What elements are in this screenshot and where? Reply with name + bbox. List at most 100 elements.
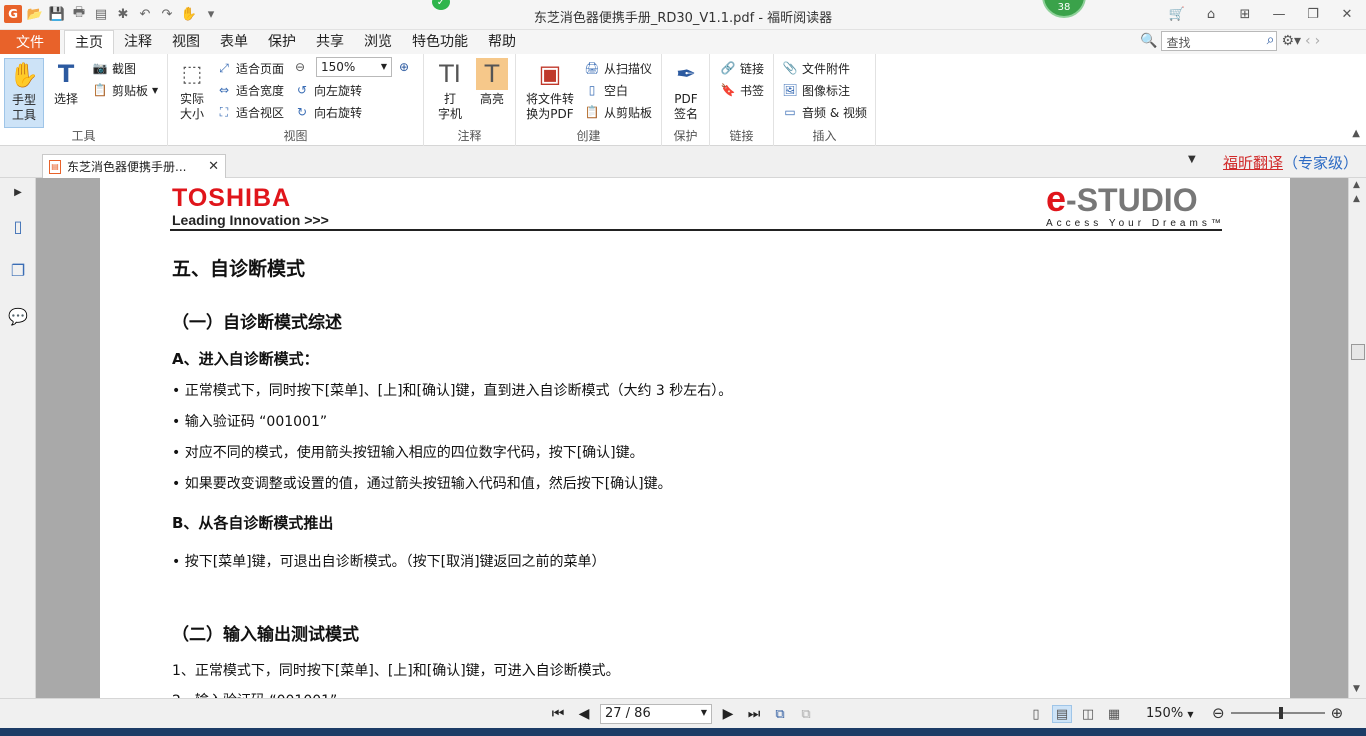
comments-panel-icon[interactable]: 💬 [8, 306, 28, 326]
search-input[interactable]: 查找 ⌕ [1161, 31, 1278, 51]
tab-comment[interactable]: 注释 [114, 30, 162, 54]
attachment-label: 文件附件 [802, 61, 851, 76]
tab-share[interactable]: 共享 [306, 30, 354, 54]
forward-icon[interactable]: › [1315, 33, 1321, 49]
tab-home[interactable]: 主页 [64, 30, 114, 54]
app-logo-icon[interactable]: G [4, 5, 22, 23]
single-page-icon[interactable]: ▯ [1026, 705, 1046, 723]
undo-icon[interactable]: ↶ [136, 5, 154, 23]
tagline: Leading Innovation >>> [172, 212, 329, 228]
open-icon[interactable]: 📂 [26, 5, 44, 23]
tab-list-dropdown-icon[interactable]: ▼ [1188, 154, 1196, 165]
header-divider [170, 229, 1222, 231]
file-menu[interactable]: 文件 [0, 30, 60, 54]
highlight-button[interactable]: T 高亮 [472, 58, 512, 107]
collapse-ribbon-icon[interactable]: ▲ [1352, 128, 1360, 139]
next-view-icon[interactable]: ⧉ [796, 704, 816, 724]
tab-protect[interactable]: 保护 [258, 30, 306, 54]
scroll-down-icon[interactable]: ▼ [1353, 684, 1360, 694]
tab-view[interactable]: 视图 [162, 30, 210, 54]
document-tab[interactable]: ▤ 东芝消色器便携手册... ✕ [42, 154, 226, 178]
save-icon[interactable]: 💾 [48, 5, 66, 23]
fit-page-button[interactable]: ⤢ 适合页面 [216, 58, 284, 78]
settings-icon[interactable]: ⚙▾ [1281, 33, 1301, 49]
zoom-knob[interactable] [1278, 707, 1283, 719]
zoom-level[interactable]: 150% ▼ [1146, 706, 1193, 721]
tab-browse[interactable]: 浏览 [354, 30, 402, 54]
previous-page-icon[interactable]: ◀ [574, 704, 594, 724]
page-number-input[interactable]: 27 / 86 ▼ [600, 704, 712, 724]
zoom-in-button[interactable]: ⊕ [396, 57, 412, 77]
pdf-sign-button[interactable]: ✒ PDF 签名 [666, 58, 706, 122]
rotate-right-button[interactable]: ↻ 向右旋转 [294, 102, 362, 122]
customize-qat-icon[interactable]: ▾ [202, 5, 220, 23]
facing-pages-icon[interactable]: ◫ [1078, 705, 1098, 723]
screenshot-button[interactable]: 📷 截图 [92, 58, 137, 78]
zoom-out-button[interactable]: ⊖ [292, 57, 308, 77]
continuous-facing-icon[interactable]: ▦ [1104, 705, 1124, 723]
select-tool-button[interactable]: T 选择 [46, 58, 86, 107]
expand-panel-icon[interactable]: ▶ [8, 182, 28, 202]
zoom-select[interactable]: 150% ▼ [316, 57, 392, 77]
clipboard-button[interactable]: 📋 剪贴板 ▼ [92, 80, 159, 100]
first-page-icon[interactable]: ⏮ [548, 704, 568, 724]
zoom-out-icon[interactable]: ⊖ [1212, 704, 1225, 722]
layout-icon[interactable]: ⊞ [1230, 4, 1260, 24]
window-controls: 🛒 ⌂ ⊞ — ❐ ✕ [1162, 4, 1362, 24]
skin-icon[interactable]: ⌂ [1196, 4, 1226, 24]
close-icon[interactable]: ✕ [1332, 4, 1362, 24]
hand-tool-icon[interactable]: ✋ [180, 5, 198, 23]
file-attachment-button[interactable]: 📎 文件附件 [782, 58, 851, 78]
restore-icon[interactable]: ❐ [1298, 4, 1328, 24]
blank-page-button[interactable]: ▯ 空白 [584, 80, 628, 100]
blank-label: 空白 [604, 83, 629, 98]
notification-badge[interactable]: 38 [1042, 0, 1086, 18]
scrollbar-thumb[interactable] [1351, 344, 1365, 360]
previous-view-icon[interactable]: ⧉ [770, 704, 790, 724]
audio-video-button[interactable]: ▭ 音频 & 视频 [782, 102, 867, 122]
fit-width-button[interactable]: ⇔ 适合宽度 [216, 80, 284, 100]
rotate-left-button[interactable]: ↺ 向左旋转 [294, 80, 362, 100]
tab-form[interactable]: 表单 [210, 30, 258, 54]
find-folder-icon[interactable]: 🔍 [1140, 33, 1157, 49]
scroll-up-icon[interactable]: ▲ [1353, 180, 1360, 190]
continuous-page-icon[interactable]: ▤ [1052, 705, 1072, 723]
fit-visible-button[interactable]: ⛶ 适合视区 [216, 102, 284, 122]
from-scanner-button[interactable]: 🖨 从扫描仪 [584, 58, 652, 78]
pages-panel-icon[interactable]: ❐ [8, 260, 28, 280]
typewriter-button[interactable]: TI 打 字机 [430, 58, 470, 122]
print-icon[interactable]: 🖶 [70, 5, 88, 23]
bookmark-button[interactable]: 🔖 书签 [720, 80, 765, 100]
bullet-line: • 对应不同的模式，使用箭头按钮输入相应的四位数字代码，按下[确认]键。 [172, 445, 644, 461]
zoom-slider[interactable]: ⊖ ⊕ [1212, 704, 1343, 722]
properties-icon[interactable]: ▤ [92, 5, 110, 23]
zoom-in-icon[interactable]: ⊕ [1331, 704, 1344, 722]
translate-link[interactable]: 福昕翻译（专家级） [1223, 152, 1358, 173]
bookmarks-panel-icon[interactable]: ▯ [8, 216, 28, 236]
cart-icon[interactable]: 🛒 [1162, 4, 1192, 24]
tab-help[interactable]: 帮助 [478, 30, 526, 54]
convert-to-pdf-button[interactable]: ▣ 将文件转 换为PDF [522, 58, 578, 122]
vertical-scrollbar[interactable]: ▲ ▲ ▼ [1348, 178, 1366, 698]
tab-features[interactable]: 特色功能 [402, 30, 478, 54]
search-icon[interactable]: ⌕ [1267, 32, 1275, 48]
document-viewport[interactable]: TOSHIBA Leading Innovation >>> e-STUDIO … [36, 178, 1348, 698]
section-heading: 五、自诊断模式 [172, 258, 306, 280]
minimize-icon[interactable]: — [1264, 4, 1294, 24]
next-page-icon[interactable]: ▶ [718, 704, 738, 724]
from-clipboard-button[interactable]: 📋 从剪贴板 [584, 102, 653, 122]
rotate-right-label: 向右旋转 [314, 105, 363, 120]
estudio-e: e [1046, 178, 1067, 219]
new-icon[interactable]: ✱ [114, 5, 132, 23]
zoom-track[interactable] [1230, 707, 1325, 719]
link-button[interactable]: 🔗 链接 [720, 58, 765, 78]
actual-size-button[interactable]: ⬚ 实际 大小 [172, 58, 212, 122]
back-icon[interactable]: ‹ [1305, 33, 1311, 49]
hand-tool-button[interactable]: ✋ 手型 工具 [4, 58, 44, 128]
last-page-icon[interactable]: ⏭ [744, 704, 764, 724]
scroll-top-icon[interactable]: ▲ [1353, 194, 1360, 204]
fit-visible-label: 适合视区 [236, 105, 285, 120]
image-annotation-button[interactable]: 🖼 图像标注 [782, 80, 850, 100]
close-tab-icon[interactable]: ✕ [208, 159, 219, 174]
redo-icon[interactable]: ↷ [158, 5, 176, 23]
